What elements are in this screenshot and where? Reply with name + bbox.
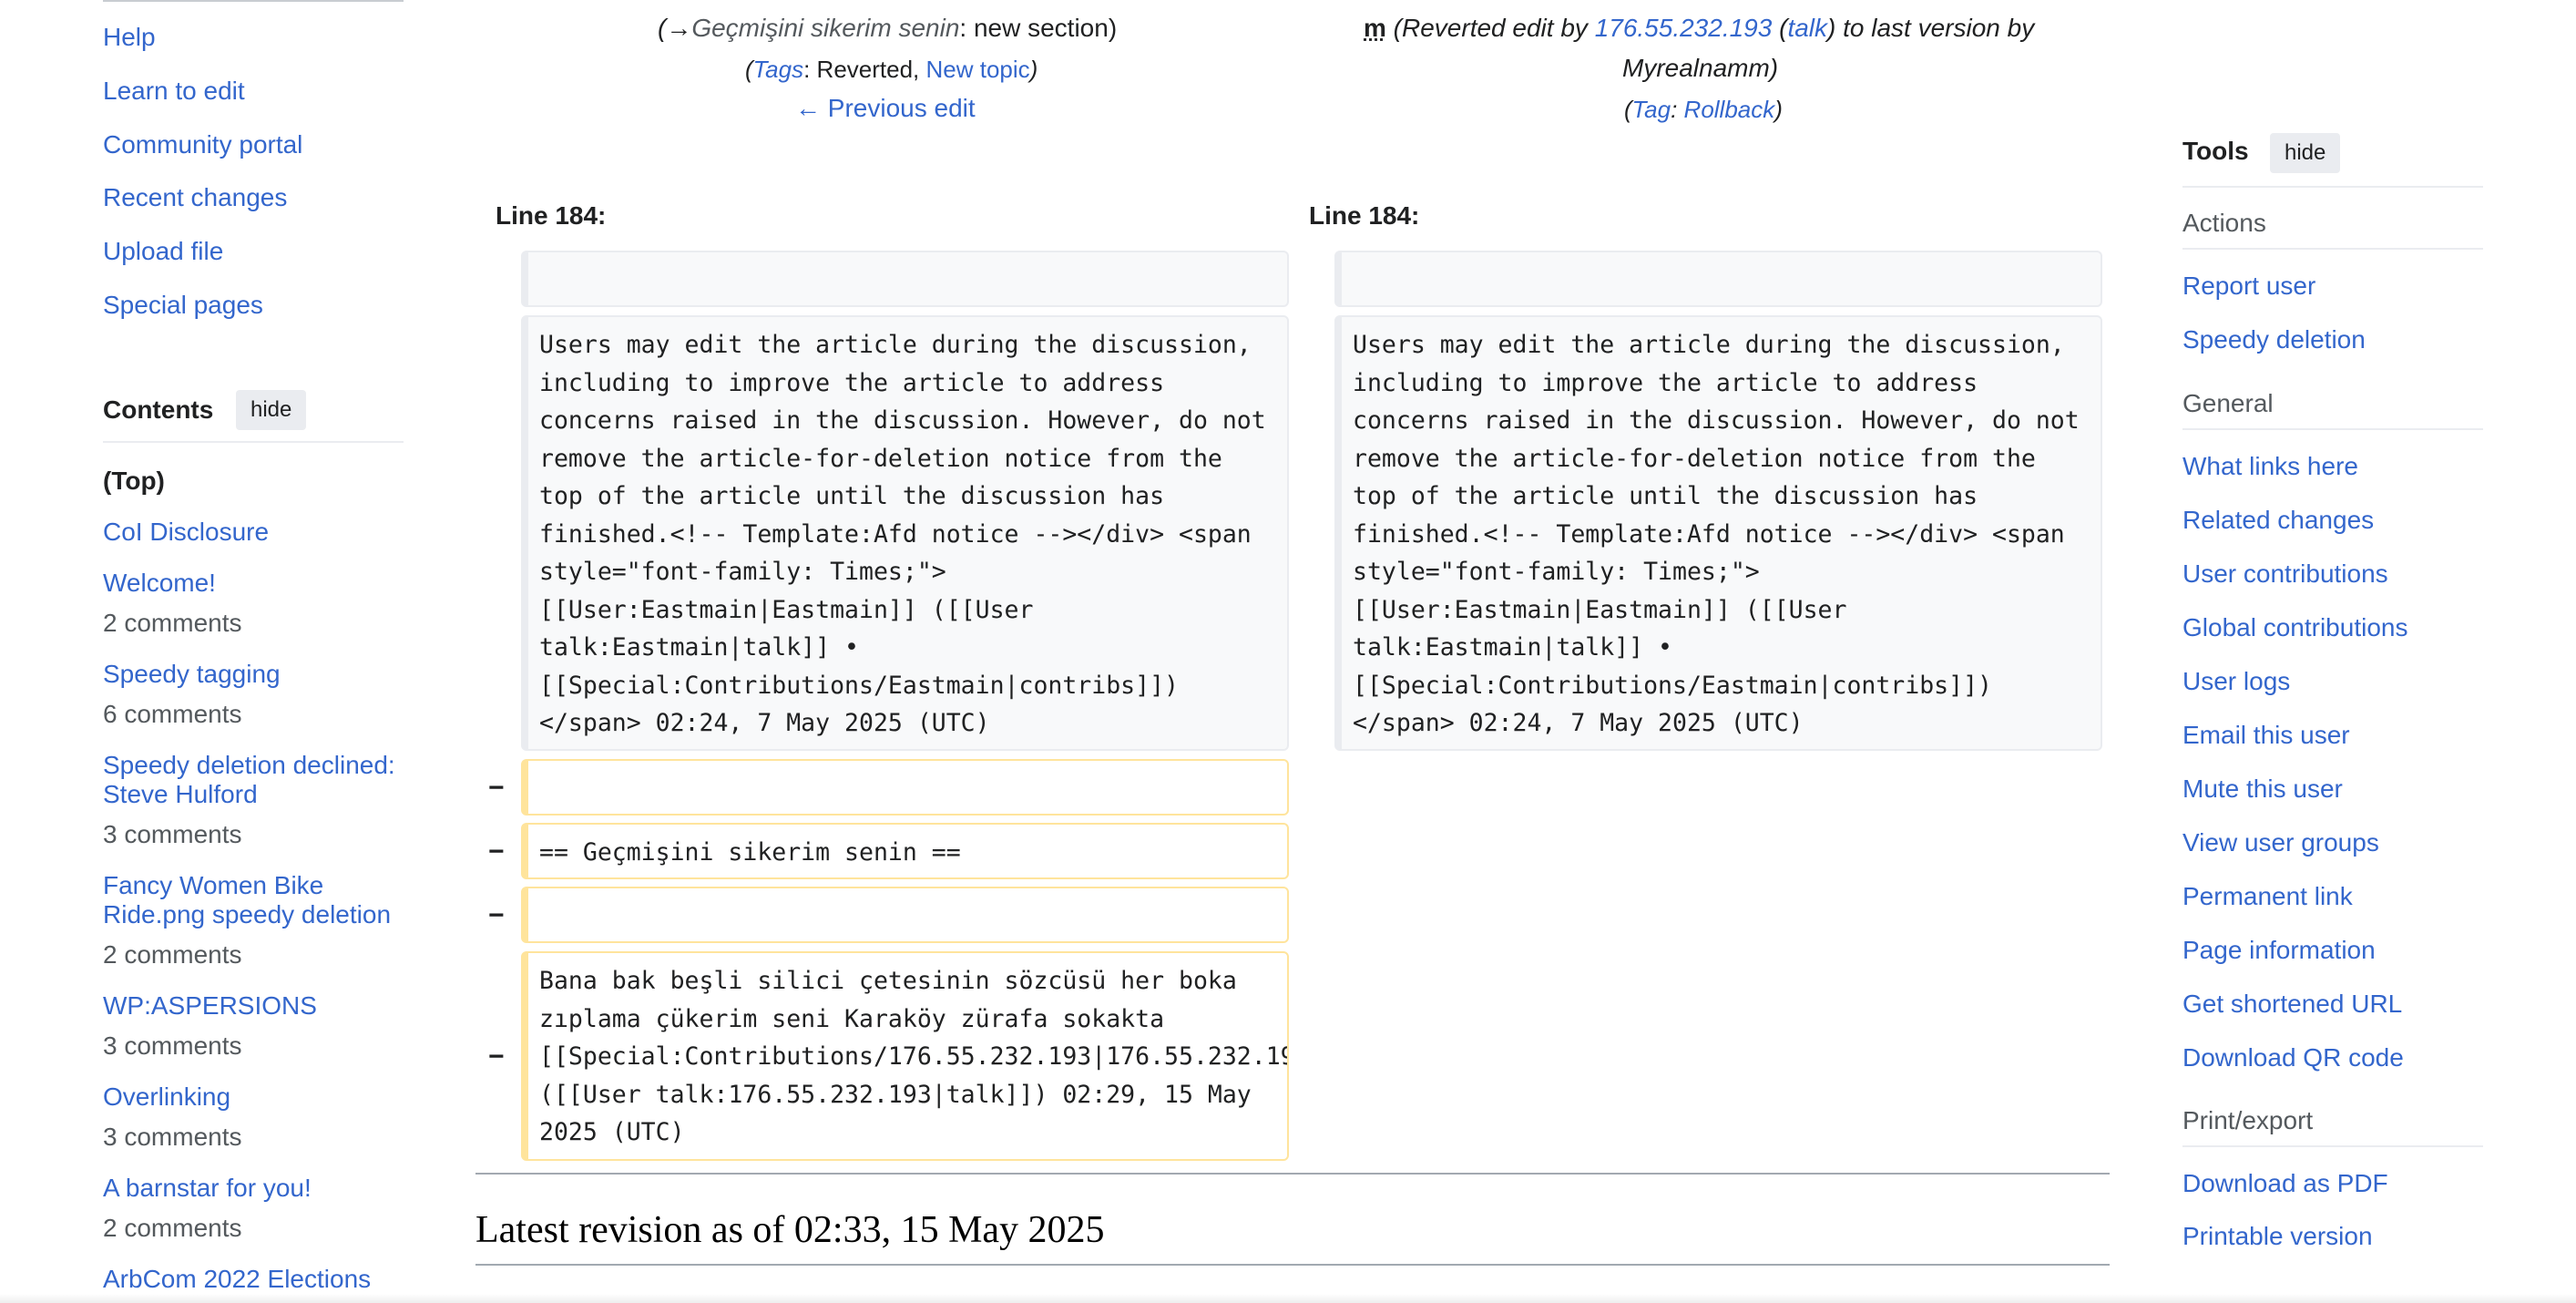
related-changes-link[interactable]: Related changes: [2182, 505, 2374, 536]
email-this-user-link[interactable]: Email this user: [2182, 720, 2350, 751]
new-topic-tag-link[interactable]: New topic: [926, 56, 1030, 83]
tags-values: : Reverted,: [803, 56, 926, 83]
toc-item-fancy-women-bike-ride[interactable]: Fancy Women Bike Ride.png speedy deletio…: [103, 871, 404, 929]
divider: [2182, 248, 2483, 250]
paren: (: [1772, 14, 1788, 42]
summary-arrow: (→: [658, 14, 692, 42]
mute-this-user-link[interactable]: Mute this user: [2182, 774, 2343, 805]
report-user-link[interactable]: Report user: [2182, 271, 2315, 302]
divider: [475, 1173, 2110, 1175]
toc-comment-count: 2 comments: [103, 609, 242, 637]
tools-group-actions: Actions: [2182, 209, 2266, 237]
toc-comment-count: 2 comments: [103, 1214, 242, 1242]
reverted-ip-link[interactable]: 176.55.232.193: [1595, 14, 1773, 42]
toc-comment-count: 3 comments: [103, 1123, 242, 1151]
toc-item-top[interactable]: (Top): [103, 467, 404, 496]
divider: [2182, 428, 2483, 430]
divider: [2182, 186, 2483, 188]
revert-text: ) to last version by: [1827, 14, 2035, 42]
divider: [475, 1264, 2110, 1266]
deleted-line-cell: Bana bak beşli silici çetesinin sözcüsü …: [521, 951, 1289, 1161]
nav-community-portal-link[interactable]: Community portal: [103, 129, 302, 160]
tags-link[interactable]: Tags: [753, 56, 803, 83]
nav-special-pages-link[interactable]: Special pages: [103, 290, 263, 321]
toc-item-wp-aspersions[interactable]: WP:ASPERSIONS: [103, 991, 404, 1021]
rollback-tag-link[interactable]: Rollback: [1684, 96, 1775, 123]
deleted-line-marker: −: [488, 773, 505, 803]
divider: [2182, 1145, 2483, 1147]
get-shortened-url-link[interactable]: Get shortened URL: [2182, 989, 2402, 1020]
nav-learn-to-edit-link[interactable]: Learn to edit: [103, 76, 245, 107]
toc-comment-count: 6 comments: [103, 700, 242, 728]
nav-upload-file-link[interactable]: Upload file: [103, 236, 223, 267]
toc-item-speedy-deletion-declined[interactable]: Speedy deletion declined: Steve Hulford: [103, 751, 404, 809]
revert-text: (Reverted edit by: [1385, 14, 1595, 42]
deleted-line-cell: == Geçmişini sikerim senin ==: [521, 823, 1289, 879]
paren: (: [1624, 96, 1632, 123]
summary-section-link[interactable]: Geçmişini sikerim senin: [691, 14, 959, 42]
toc-item-speedy-tagging[interactable]: Speedy tagging: [103, 660, 404, 689]
view-user-groups-link[interactable]: View user groups: [2182, 827, 2379, 858]
global-contributions-link[interactable]: Global contributions: [2182, 612, 2407, 643]
printable-version-link[interactable]: Printable version: [2182, 1221, 2373, 1252]
left-edit-summary: (→Geçmişini sikerim senin: new section): [658, 13, 1117, 44]
divider: [103, 0, 404, 2]
minor-edit-marker: m: [1364, 14, 1386, 42]
latest-revision-heading: Latest revision as of 02:33, 15 May 2025: [475, 1209, 1105, 1251]
deleted-line-marker: −: [488, 900, 505, 930]
tools-group-print-export: Print/export: [2182, 1106, 2314, 1134]
user-logs-link[interactable]: User logs: [2182, 666, 2290, 697]
left-tags: (Tags: Reverted, New topic): [745, 55, 1038, 84]
right-tags: (Tag: Rollback): [1624, 95, 1783, 124]
deleted-line-marker: −: [488, 1041, 505, 1072]
paren: ): [1029, 56, 1038, 83]
toc-item-coi-disclosure[interactable]: CoI Disclosure: [103, 518, 404, 547]
summary-text: : new section): [959, 14, 1118, 42]
deleted-line-cell: [521, 887, 1289, 943]
what-links-here-link[interactable]: What links here: [2182, 451, 2358, 482]
contents-header: Contents hide: [103, 390, 404, 443]
right-edit-summary: m (Reverted edit by 176.55.232.193 (talk…: [1364, 13, 2034, 44]
page-information-link[interactable]: Page information: [2182, 935, 2376, 966]
previous-edit-link[interactable]: ← Previous edit: [795, 93, 976, 124]
toc-comment-count: 3 comments: [103, 1031, 242, 1060]
left-context-empty-cell: [521, 251, 1289, 307]
paren: ): [1774, 96, 1783, 123]
user-contributions-link[interactable]: User contributions: [2182, 559, 2388, 590]
toc-comment-count: 2 comments: [103, 940, 242, 969]
tools-hide-button[interactable]: hide: [2270, 133, 2341, 173]
download-as-pdf-link[interactable]: Download as PDF: [2182, 1168, 2388, 1199]
toc-item-overlinking[interactable]: Overlinking: [103, 1082, 404, 1112]
tools-group-general: General: [2182, 389, 2274, 417]
nav-help-link[interactable]: Help: [103, 22, 156, 53]
toc-comment-count: 3 comments: [103, 820, 242, 848]
paren: (: [745, 56, 753, 83]
right-context-cell: Users may edit the article during the di…: [1334, 315, 2102, 751]
left-context-cell: Users may edit the article during the di…: [521, 315, 1289, 751]
scroll-shadow: [0, 1294, 2576, 1303]
revert-user: Myrealnamm): [1622, 54, 1779, 82]
contents-title: Contents: [103, 395, 214, 424]
tag-link[interactable]: Tag: [1632, 96, 1671, 123]
toc-item-barnstar[interactable]: A barnstar for you!: [103, 1174, 404, 1203]
nav-recent-changes-link[interactable]: Recent changes: [103, 182, 287, 213]
permanent-link[interactable]: Permanent link: [2182, 881, 2353, 912]
deleted-line-marker: −: [488, 836, 505, 867]
speedy-deletion-link[interactable]: Speedy deletion: [2182, 324, 2366, 355]
toc-item-welcome[interactable]: Welcome!: [103, 569, 404, 598]
download-qr-code-link[interactable]: Download QR code: [2182, 1042, 2404, 1073]
right-line-number: Line 184:: [1309, 201, 1420, 230]
right-context-empty-cell: [1334, 251, 2102, 307]
contents-hide-button[interactable]: hide: [236, 390, 307, 430]
tag-sep: :: [1671, 96, 1684, 123]
deleted-line-cell: [521, 759, 1289, 816]
talk-link[interactable]: talk: [1787, 14, 1827, 42]
left-line-number: Line 184:: [496, 201, 607, 230]
tools-title: Tools: [2182, 137, 2249, 165]
